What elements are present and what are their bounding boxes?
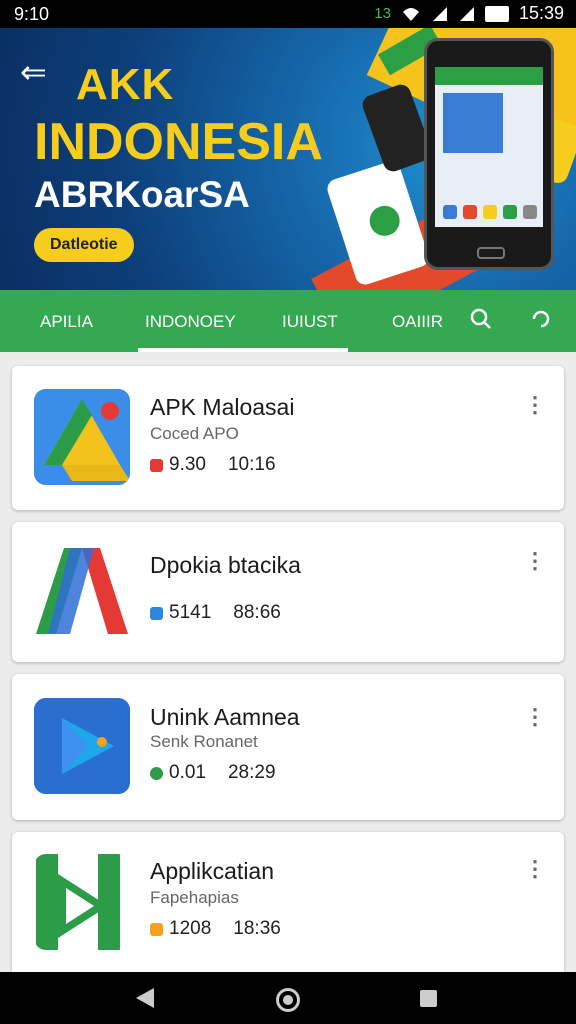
status-clock: 15:39	[518, 3, 564, 23]
phone-illustration	[424, 38, 554, 270]
more-options-icon[interactable]: ⋮	[524, 856, 546, 882]
hero-title-line2: INDONESIA	[34, 113, 323, 171]
tab-apilia[interactable]: APILIA	[40, 312, 93, 332]
n-logo-icon	[34, 854, 130, 950]
list-item[interactable]: APK Maloasai Coced APO 9.30 10:16 ⋮	[12, 366, 564, 510]
app-title: APK Maloasai	[150, 394, 295, 420]
more-options-icon[interactable]: ⋮	[524, 704, 546, 730]
status-time: 9:10	[14, 4, 50, 24]
app-meta-value: 0.01	[169, 762, 206, 783]
more-options-icon[interactable]: ⋮	[524, 392, 546, 418]
tab-oaiiir[interactable]: OAIIIR	[392, 312, 443, 332]
app-title: Applikcatian	[150, 858, 275, 884]
status-icons: 13 15:39	[374, 3, 564, 24]
tab-iuiust[interactable]: IUIUST	[282, 312, 338, 332]
badge-icon	[150, 458, 163, 472]
app-meta-value: 9.30	[169, 454, 206, 475]
app-meta-time: 28:29	[227, 762, 276, 783]
app-meta-time: 88:66	[233, 602, 281, 623]
app-meta-time: 18:36	[233, 918, 281, 939]
list-item[interactable]: Applikcatian Fapehapias 1208 18:36 ⋮	[12, 832, 564, 982]
status-bar: 9:10 13 15:39	[0, 0, 576, 28]
play-icon	[34, 698, 130, 794]
badge-icon	[150, 766, 163, 780]
system-nav-bar	[0, 972, 576, 1024]
phone-screen	[435, 67, 543, 227]
network-icon	[432, 6, 447, 21]
back-arrow-icon[interactable]: ⇐	[20, 56, 47, 88]
app-meta: 1208 18:36	[150, 918, 281, 940]
app-subtitle: Senk Ronanet	[150, 732, 258, 751]
list-item[interactable]: Dpokia btacika 5141 88:66 ⋮	[12, 522, 564, 662]
app-meta: 9.30 10:16	[150, 454, 276, 476]
app-meta-value: 5141	[169, 602, 212, 623]
signal-icon	[459, 6, 474, 21]
nav-recents-icon[interactable]	[420, 990, 437, 1007]
hero-subtitle: ABRKoarSA	[34, 174, 250, 215]
app-subtitle: Coced APO	[150, 424, 239, 443]
nav-back-icon[interactable]	[136, 988, 154, 1008]
hero-banner: ⇐ AKK INDONESIA ABRKoarSA Datleotie	[0, 28, 576, 290]
app-meta-time: 10:16	[227, 454, 276, 475]
active-tab-indicator	[138, 348, 348, 352]
app-title: Dpokia btacika	[150, 552, 301, 578]
more-options-icon[interactable]: ⋮	[524, 548, 546, 574]
badge-icon	[150, 922, 163, 936]
tab-bar: APILIA INDONOEY IUIUST OAIIIR	[0, 290, 576, 352]
app-title: Unink Aamnea	[150, 704, 300, 730]
status-indicator: 13	[374, 5, 391, 22]
tab-indonoey[interactable]: INDONOEY	[145, 312, 236, 332]
nav-home-icon[interactable]	[276, 988, 300, 1012]
badge-icon	[150, 606, 163, 620]
search-icon[interactable]	[470, 308, 492, 336]
app-meta-value: 1208	[169, 918, 212, 939]
app-subtitle: Fapehapias	[150, 888, 239, 907]
refresh-icon[interactable]	[530, 308, 552, 336]
a-logo-icon	[34, 544, 130, 640]
app-meta: 0.01 28:29	[150, 762, 276, 784]
app-meta: 5141 88:66	[150, 602, 281, 624]
list-item[interactable]: Unink Aamnea Senk Ronanet 0.01 28:29 ⋮	[12, 674, 564, 820]
wifi-icon	[402, 7, 419, 21]
hero-title-line1: AKK	[76, 60, 175, 109]
battery-icon	[484, 5, 509, 22]
drive-icon	[34, 389, 130, 485]
hero-button[interactable]: Datleotie	[34, 228, 134, 262]
